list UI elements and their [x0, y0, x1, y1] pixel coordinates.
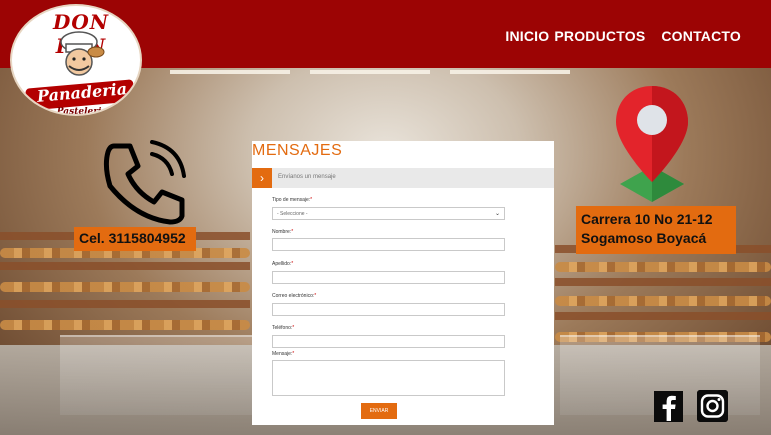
input-nombre[interactable] [272, 238, 505, 251]
address-box: Carrera 10 No 21-12 Sogamoso Boyacá [576, 206, 736, 254]
select-tipo-mensaje[interactable]: - Seleccione - ⌄ [272, 207, 505, 220]
phone-number: Cel. 3115804952 [74, 227, 196, 251]
textarea-mensaje[interactable] [272, 360, 505, 396]
input-correo[interactable] [272, 303, 505, 316]
label-apellido: Apellido:* [272, 261, 294, 267]
chef-icon [60, 31, 105, 76]
logo[interactable]: DON PAN Panaderia Pasteleria [10, 4, 142, 116]
chevron-right-icon: › [252, 168, 272, 188]
main-nav: INICIO PRODUCTOS CONTACTO [505, 28, 741, 44]
instagram-icon[interactable] [697, 390, 728, 422]
nav-productos[interactable]: PRODUCTOS [554, 28, 645, 44]
address-line-2: Sogamoso Boyacá [581, 230, 707, 246]
form-section-tab[interactable]: › Envíanos un mensaje [252, 168, 554, 188]
address-line-1: Carrera 10 No 21-12 [581, 211, 713, 227]
label-tipo-mensaje: Tipo de mensaje:* [272, 197, 313, 203]
label-telefono: Teléfono:* [272, 325, 295, 331]
contact-form: MENSAJES › Envíanos un mensaje Tipo de m… [252, 141, 554, 425]
chevron-down-icon: ⌄ [494, 211, 500, 217]
form-title: MENSAJES [252, 142, 343, 159]
label-mensaje: Mensaje:* [272, 351, 295, 357]
phone-icon [103, 140, 186, 225]
input-apellido[interactable] [272, 271, 505, 284]
input-telefono[interactable] [272, 335, 505, 348]
nav-inicio[interactable]: INICIO [505, 28, 549, 44]
facebook-icon[interactable] [654, 391, 683, 422]
location-pin-icon [616, 86, 688, 202]
label-nombre: Nombre:* [272, 229, 294, 235]
label-correo: Correo electrónico:* [272, 293, 317, 299]
form-section-label: Envíanos un mensaje [278, 174, 336, 180]
nav-contacto[interactable]: CONTACTO [661, 28, 741, 44]
send-button[interactable]: ENVIAR [361, 403, 397, 419]
